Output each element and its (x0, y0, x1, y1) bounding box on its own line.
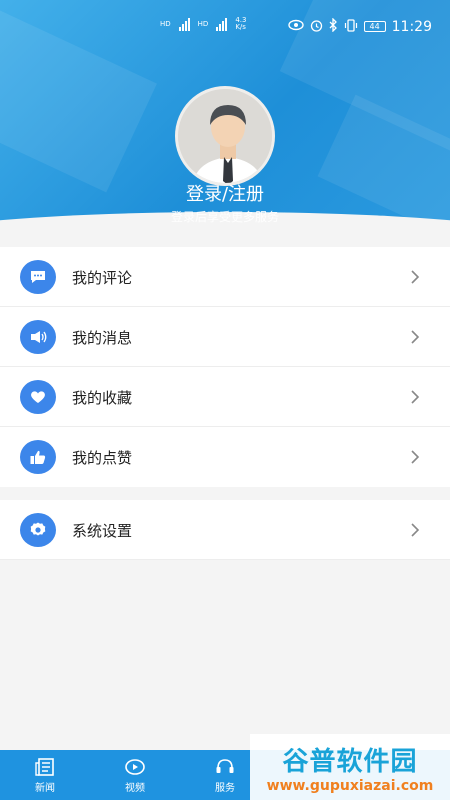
eye-icon (287, 19, 304, 34)
speaker-icon (20, 320, 56, 354)
chevron-right-icon (411, 523, 420, 537)
user-avatar-icon (178, 89, 272, 183)
tab-video[interactable]: 视频 (90, 750, 180, 800)
login-register-link[interactable]: 登录/注册 (0, 180, 450, 206)
menu-item-settings[interactable]: 系统设置 (0, 500, 450, 560)
heart-icon (20, 380, 56, 414)
watermark-url: www.gupuxiazai.com (266, 777, 434, 794)
network-type-label-2: HD (197, 19, 209, 28)
signal-icon-2 (216, 17, 228, 31)
menu-item-likes[interactable]: 我的点赞 (0, 427, 450, 487)
network-type-label: HD (160, 19, 171, 28)
comment-icon (20, 260, 56, 294)
signal-icon (178, 17, 190, 31)
thumbs-up-icon (20, 440, 56, 474)
menu-item-label: 我的评论 (72, 269, 133, 287)
video-icon (125, 758, 145, 775)
watermark-title: 谷普软件园 (282, 746, 418, 777)
menu-item-favorites[interactable]: 我的收藏 (0, 367, 450, 427)
tab-news[interactable]: 新闻 (0, 750, 90, 800)
gear-icon (20, 513, 56, 547)
clock: 11:29 (391, 18, 432, 35)
avatar[interactable] (175, 86, 275, 186)
vibrate-icon (344, 18, 358, 35)
alarm-icon (310, 19, 323, 35)
menu-item-messages[interactable]: 我的消息 (0, 307, 450, 367)
menu-item-label: 我的收藏 (72, 389, 133, 407)
menu-item-label: 我的消息 (72, 329, 133, 347)
profile-header: HD HD 4.3 K/s 44 11:29 登录/注册 登录后享受更多服务 (0, 0, 450, 250)
menu-item-label: 我的点赞 (72, 449, 133, 467)
service-icon (216, 758, 234, 773)
settings-label: 系统设置 (72, 522, 133, 540)
watermark: 谷普软件园 www.gupuxiazai.com (250, 734, 450, 800)
login-hint: 登录后享受更多服务 (170, 210, 279, 224)
chevron-right-icon (411, 270, 420, 284)
tab-label: 服务 (215, 782, 235, 794)
chevron-right-icon (411, 390, 420, 404)
chevron-right-icon (411, 450, 420, 464)
battery-icon: 44 (363, 21, 386, 32)
status-bar: HD HD 4.3 K/s 44 11:29 (0, 0, 450, 52)
network-speed-unit: K/s (235, 23, 246, 31)
menu-item-comments[interactable]: 我的评论 (0, 247, 450, 307)
bluetooth-icon (329, 17, 338, 35)
news-icon (35, 757, 54, 776)
chevron-right-icon (411, 330, 420, 344)
profile-menu: 我的评论 我的消息 我的收藏 我的点赞 (0, 247, 450, 487)
tab-label: 新闻 (35, 782, 55, 794)
tab-label: 视频 (125, 782, 145, 794)
